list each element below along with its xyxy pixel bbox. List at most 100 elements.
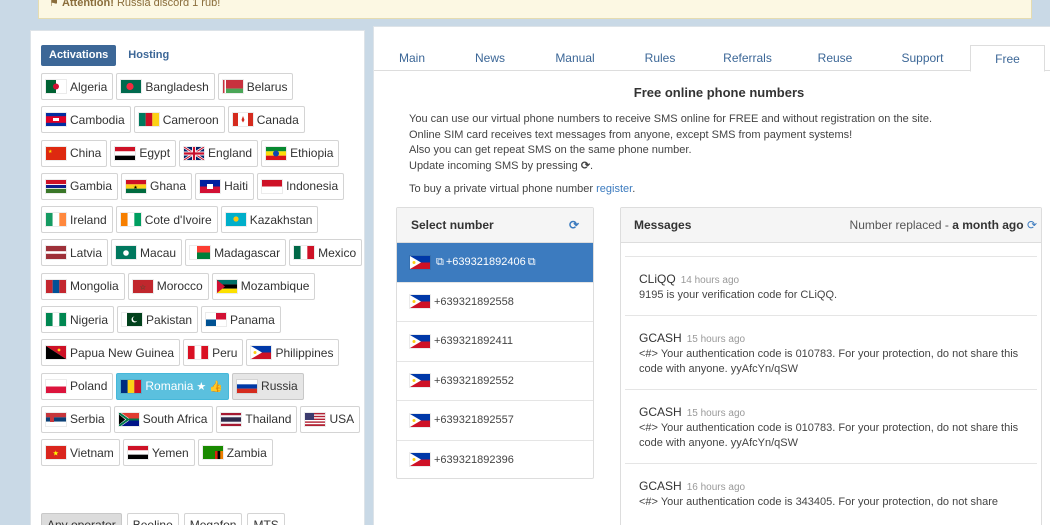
country-button-usa[interactable]: USA [300,405,361,433]
country-button-pakistan[interactable]: Pakistan [117,306,199,334]
country-label: Gambia [70,179,113,194]
country-button-russia[interactable]: Russia [232,372,304,400]
country-button-vietnam[interactable]: ★ Vietnam [41,439,120,467]
tab-news[interactable]: News [450,45,530,71]
phone-number-row[interactable]: +639321892558 [397,283,593,322]
refresh-icon[interactable]: ⟳ [581,160,590,172]
phone-number-row[interactable]: +639321892411 [397,322,593,362]
register-link[interactable]: register [596,183,632,195]
country-button-yemen[interactable]: Yemen [122,439,195,467]
country-button-algeria[interactable]: Algeria [41,73,114,100]
romania-flag-icon [121,379,142,393]
indonesia-flag-icon [262,179,283,193]
message-text: <#> Your authentication code is 010783. … [639,422,1019,449]
operator-button[interactable]: MTS [247,513,285,525]
operator-button[interactable]: Megafon [183,513,243,525]
country-button-indonesia[interactable]: Indonesia [257,172,345,200]
copy-icon[interactable]: ⧉ [528,256,536,269]
country-button-kazakhstan[interactable]: Kazakhstan [220,206,319,234]
tab-referrals[interactable]: Referrals [700,45,795,71]
country-button-mexico[interactable]: Mexico [289,239,363,267]
philippines-flag-icon [410,295,430,309]
country-label: Thailand [245,412,292,427]
country-button-romania[interactable]: Romania ★ 👍 [116,372,230,400]
tab-activations[interactable]: Activations [41,45,117,66]
country-button-macau[interactable]: Macau [111,239,183,267]
philippines-flag-icon [410,255,430,269]
country-button-england[interactable]: England [179,139,259,167]
pakistan-flag-icon [122,313,143,327]
macau-flag-icon [116,246,137,260]
country-button-poland[interactable]: Poland [41,372,114,400]
country-button-mongolia[interactable]: Mongolia [41,272,125,300]
country-button-thailand[interactable]: Thailand [216,405,298,433]
country-label: Philippines [275,345,334,360]
country-button-morocco[interactable]: ☆ Morocco [127,272,209,300]
england-flag-icon [183,145,205,161]
phone-number-row[interactable]: +639321892552 [397,362,593,401]
country-button-cameroon[interactable]: Cameroon [133,106,225,134]
country-button-gambia[interactable]: Gambia [41,172,119,200]
country-button-bangladesh[interactable]: Bangladesh [116,73,215,100]
philippines-flag-icon [410,453,430,467]
tab-free[interactable]: Free [970,45,1045,72]
country-label: Romania [145,379,194,394]
cambodia-flag-icon [46,113,66,127]
country-row: Gambia ★ Ghana Haiti Indonesia [41,172,361,200]
country-button-madagascar[interactable]: Madagascar [185,239,287,267]
country-button-peru[interactable]: Peru [183,339,244,367]
operator-button[interactable]: Any operator [41,513,122,525]
phone-number-row[interactable]: +639321892557 [397,401,593,441]
country-button-ghana[interactable]: ★ Ghana [121,172,193,200]
country-button-ethiopia[interactable]: Ethiopia [261,139,340,167]
favorite-star-icon[interactable]: ★ 👍 [196,380,223,393]
tab-manual[interactable]: Manual [530,45,620,71]
operator-button[interactable]: Beeline [126,513,179,525]
copy-icon[interactable]: ⧉ [436,256,444,269]
bangladesh-flag-icon [121,80,142,93]
phone-number-row[interactable]: ⧉ +639321892406 ⧉ [397,243,593,283]
country-button-china[interactable]: ★ China [41,139,108,167]
svg-text:★: ★ [53,450,59,458]
message-item: GCASH 15 hours ago <#> Your authentication… [625,389,1037,463]
country-button-southafrica[interactable]: South Africa [113,405,214,433]
country-button-philippines[interactable]: Philippines [246,339,340,367]
thailand-flag-icon [221,412,242,426]
country-label: Cote d'Ivoire [144,212,212,227]
country-button-serbia[interactable]: Serbia [41,405,111,433]
country-button-png[interactable]: Papua New Guinea [41,339,181,367]
country-button-latvia[interactable]: Latvia [41,239,109,267]
country-button-egypt[interactable]: Egypt [110,139,177,167]
message-item: GCASH 15 hours ago <#> Your authentication… [625,315,1037,389]
tab-rules[interactable]: Rules [620,45,700,71]
country-button-haiti[interactable]: Haiti [195,172,255,200]
cameroon-flag-icon [138,113,159,127]
phone-number-row[interactable]: +639321892396 [397,441,593,479]
country-button-ireland[interactable]: Ireland [41,206,113,234]
country-button-belarus[interactable]: Belarus [217,73,294,100]
country-label: Latvia [70,245,103,260]
country-button-cambodia[interactable]: Cambodia [41,106,131,134]
country-label: Madagascar [214,245,281,260]
tab-hosting[interactable]: Hosting [120,45,177,66]
country-button-mozambique[interactable]: Mozambique [211,272,316,300]
svg-text:★: ★ [48,149,53,155]
country-button-zambia[interactable]: Zambia [197,439,273,467]
refresh-icon[interactable]: ⟳ [569,218,579,232]
country-button-ivory[interactable]: Cote d'Ivoire [115,206,218,234]
tab-reuse[interactable]: Reuse [795,45,875,71]
country-label: Poland [70,379,108,394]
country-label: Papua New Guinea [70,345,175,360]
country-label: China [70,146,102,161]
page-title: Free online phone numbers [633,85,805,100]
tab-support[interactable]: Support [875,45,970,71]
country-button-nigeria[interactable]: Nigeria [41,306,115,334]
country-button-panama[interactable]: Panama [201,306,281,334]
country-label: Belarus [246,79,288,94]
tab-main[interactable]: Main [374,45,450,71]
message-sender: GCASH [639,331,682,345]
message-item: GCASH 16 hours ago <#> Your authentication… [625,463,1037,522]
refresh-icon[interactable]: ⟳ [1027,218,1037,232]
country-button-canada[interactable]: Canada [227,106,305,134]
phone-number: +639321892396 [434,453,514,466]
